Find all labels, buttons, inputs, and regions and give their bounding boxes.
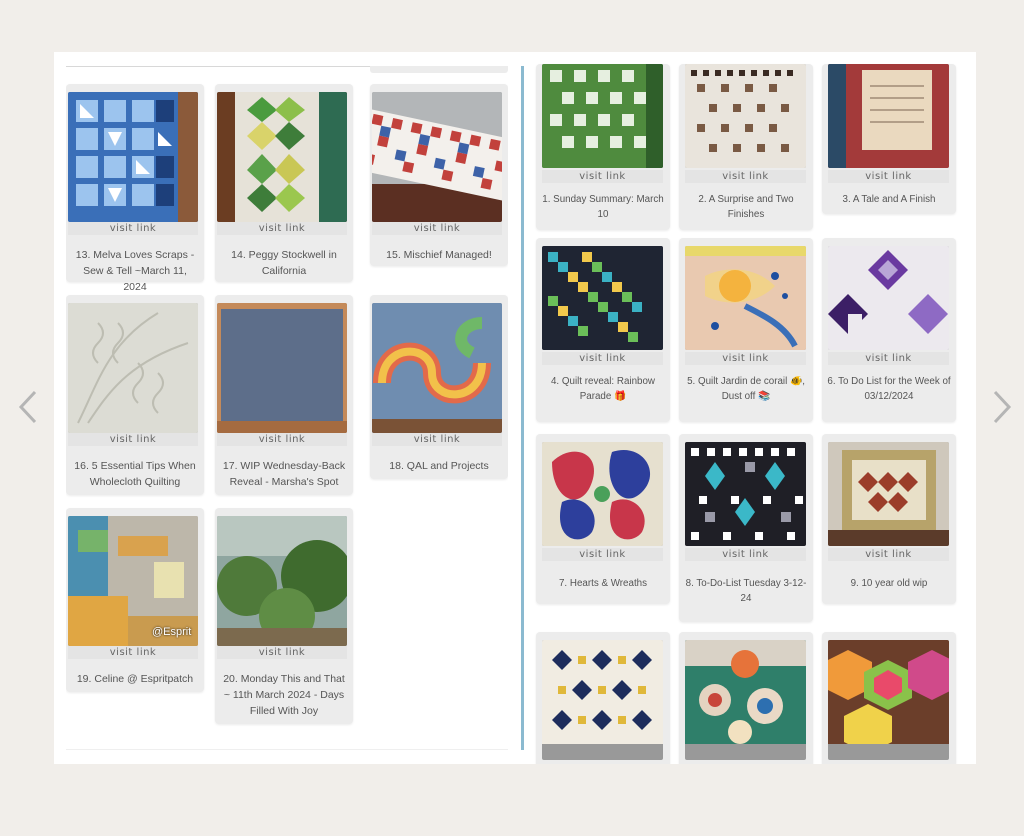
quilt-thumbnail[interactable] [217,92,347,222]
linkup-entry[interactable]: visit link 3. A Tale and A Finish [822,64,956,214]
entry-caption[interactable]: 7. Hearts & Wreaths [540,576,666,591]
previous-arrow-icon[interactable] [16,388,40,426]
quilt-thumbnail[interactable] [372,303,502,433]
entry-caption[interactable]: 19. Celine @ Espritpatch [70,671,200,687]
quilt-thumbnail[interactable] [828,640,949,760]
entry-caption[interactable]: 18. QAL and Projects [374,458,504,474]
quilt-thumbnail[interactable] [685,640,806,760]
entry-caption[interactable]: 17. WIP Wednesday-Back Reveal - Marsha's… [219,458,349,490]
right-linkup-pane: visit link 1. Sunday Summary: March 10 v… [528,52,964,764]
linkup-entry[interactable]: visit link 18. QAL and Projects [370,295,508,479]
quilt-thumbnail[interactable] [68,92,198,222]
quilt-thumbnail[interactable] [828,64,949,168]
linkup-entry[interactable]: visit link 9. 10 year old wip [822,434,956,604]
entry-caption[interactable]: 3. A Tale and A Finish [826,192,952,207]
visit-link[interactable]: visit link [217,222,347,235]
linkup-entry[interactable]: visit link 6. To Do List for the Week of… [822,238,956,422]
entry-caption[interactable]: 5. Quilt Jardin de corail 🐠, Dust off 📚 [683,374,809,404]
visit-link[interactable]: visit link [828,352,949,365]
entry-caption[interactable]: 1. Sunday Summary: March 10 [540,192,666,222]
visit-link[interactable]: visit link [217,433,347,446]
visit-link[interactable]: visit link [68,222,198,235]
garden-thumbnail[interactable] [217,516,347,646]
linkup-entry[interactable]: visit link 16. 5 Essential Tips When Who… [66,295,204,495]
visit-link[interactable]: visit link [68,433,198,446]
quilt-thumbnail[interactable] [217,303,347,433]
quilt-thumbnail[interactable] [372,92,502,222]
entry-caption[interactable]: 14. Peggy Stockwell in California [219,247,349,279]
visit-link[interactable]: visit link [828,548,949,561]
next-arrow-icon[interactable] [990,388,1014,426]
linkup-entry[interactable]: visit link 5. Quilt Jardin de corail 🐠, … [679,238,813,422]
entry-caption[interactable]: 15. Mischief Managed! [374,247,504,263]
visit-link[interactable]: visit link [685,170,806,183]
linkup-entry[interactable]: visit link 17. WIP Wednesday-Back Reveal… [215,295,353,495]
visit-link[interactable]: visit link [685,352,806,365]
visit-link[interactable]: visit link [828,170,949,183]
quilt-thumbnail[interactable] [685,246,806,350]
quilt-thumbnail[interactable] [542,442,663,546]
visit-link[interactable]: visit link [68,646,198,659]
linkup-entry[interactable]: visit link 15. Mischief Managed! [370,84,508,266]
quilt-thumbnail[interactable] [68,303,198,433]
left-linkup-pane: visit link 13. Melva Loves Scraps - Sew … [66,52,508,764]
divider [66,749,508,750]
visit-link[interactable]: visit link [542,170,663,183]
visit-link[interactable]: visit link [542,352,663,365]
quilt-thumbnail[interactable] [828,442,949,546]
quilt-thumbnail[interactable] [685,442,806,546]
linkup-entry[interactable]: visit link 13. Melva Loves Scraps - Sew … [66,84,204,293]
linkup-entry[interactable]: visit link 8. To-Do-List Tuesday 3-12-24 [679,434,813,622]
visit-link[interactable]: visit link [372,433,502,446]
quilt-thumbnail[interactable] [542,246,663,350]
entry-caption[interactable]: 13. Melva Loves Scraps - Sew & Tell ~Mar… [70,247,200,295]
watermark: @Esprit [152,626,192,638]
linkup-entry[interactable]: visit link 19. Celine @ Espritpatch @Esp… [66,508,204,692]
entry-caption[interactable]: 2. A Surprise and Two Finishes [683,192,809,222]
entry-caption[interactable]: 6. To Do List for the Week of 03/12/2024 [826,374,952,404]
visit-link[interactable]: visit link [372,222,502,235]
entry-caption[interactable]: 4. Quilt reveal: Rainbow Parade 🎁 [540,374,666,404]
visit-link[interactable]: visit link [217,646,347,659]
linkup-entry[interactable]: visit link 20. Monday This and That ~ 11… [215,508,353,724]
quilt-thumbnail[interactable] [542,64,663,168]
linkup-entry[interactable] [822,632,956,764]
linkup-entry[interactable]: visit link 2. A Surprise and Two Finishe… [679,64,813,230]
linkup-entry[interactable]: visit link 1. Sunday Summary: March 10 [536,64,670,230]
linkup-gallery-frame: visit link 13. Melva Loves Scraps - Sew … [54,52,976,764]
entry-caption[interactable]: 9. 10 year old wip [826,576,952,591]
pane-divider [521,66,524,750]
visit-link[interactable]: visit link [542,548,663,561]
quilt-thumbnail[interactable] [685,64,806,168]
linkup-entry[interactable] [679,632,813,764]
linkup-entry[interactable] [536,632,670,764]
linkup-entry[interactable]: visit link 14. Peggy Stockwell in Califo… [215,84,353,282]
linkup-entry[interactable]: visit link 7. Hearts & Wreaths [536,434,670,604]
entry-caption[interactable]: 20. Monday This and That ~ 11th March 20… [219,671,349,719]
quilt-thumbnail[interactable] [828,246,949,350]
visit-link[interactable]: visit link [685,548,806,561]
entry-caption[interactable]: 8. To-Do-List Tuesday 3-12-24 [683,576,809,606]
entry-caption[interactable]: 16. 5 Essential Tips When Wholecloth Qui… [70,458,200,490]
linkup-entry[interactable]: visit link 4. Quilt reveal: Rainbow Para… [536,238,670,422]
quilt-thumbnail[interactable] [542,640,663,760]
